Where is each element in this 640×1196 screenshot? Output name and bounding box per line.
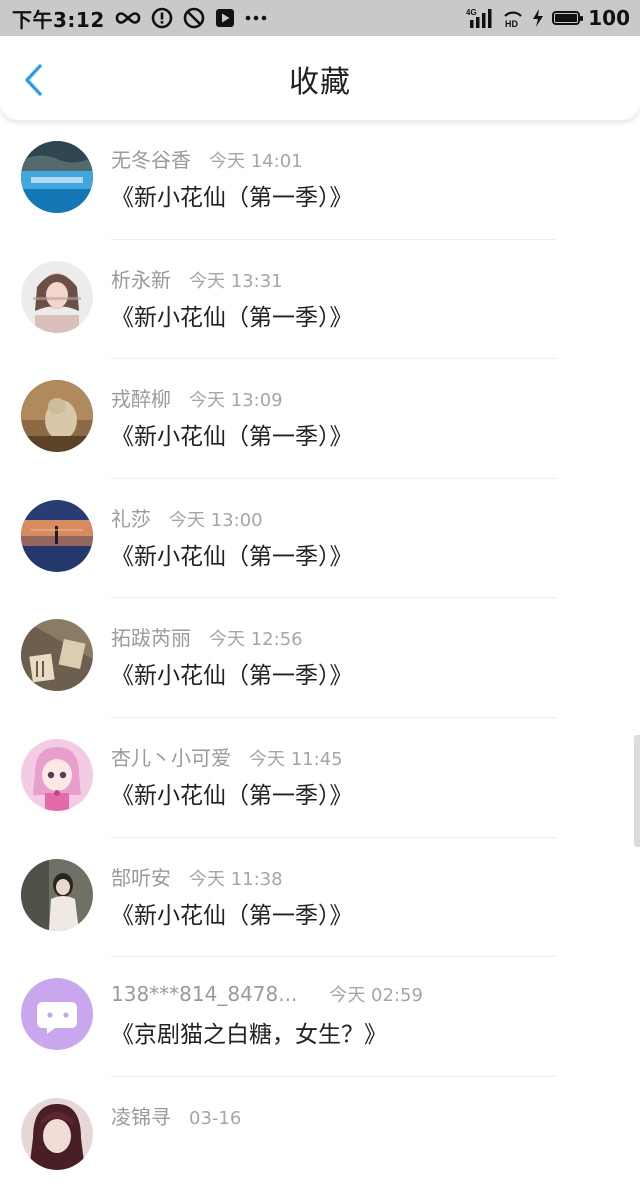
list-item[interactable]: 拓跋芮丽 今天 12:56 《新小花仙（第一季）》 bbox=[0, 598, 640, 718]
username[interactable]: 戎醉柳 bbox=[111, 383, 171, 412]
work-title[interactable]: 《新小花仙（第一季）》 bbox=[111, 178, 353, 212]
timestamp: 今天 13:31 bbox=[189, 270, 283, 292]
timestamp: 今天 11:38 bbox=[189, 868, 283, 890]
status-time: 下午3:12 bbox=[12, 7, 105, 32]
avatar[interactable] bbox=[21, 260, 93, 333]
avatar[interactable] bbox=[21, 858, 93, 931]
work-title[interactable]: 《新小花仙（第一季）》 bbox=[111, 896, 353, 930]
play-box-icon bbox=[215, 8, 235, 28]
avatar[interactable] bbox=[21, 499, 93, 572]
page-title: 收藏 bbox=[289, 65, 351, 100]
username[interactable]: 杏儿丶小可爱 bbox=[111, 742, 231, 771]
battery-level: 100 bbox=[588, 6, 630, 30]
avatar[interactable] bbox=[21, 141, 93, 213]
charging-icon bbox=[532, 8, 544, 28]
timestamp: 今天 13:00 bbox=[169, 509, 263, 531]
battery-icon bbox=[552, 11, 584, 25]
timestamp: 今天 13:09 bbox=[189, 390, 283, 412]
header-bar: 收藏 bbox=[0, 36, 640, 120]
scroll-handle[interactable] bbox=[634, 735, 640, 847]
username[interactable]: 拓跋芮丽 bbox=[111, 622, 191, 651]
avatar[interactable] bbox=[21, 978, 93, 1051]
list-item[interactable]: 凌锦寻 03-16 bbox=[0, 1077, 640, 1196]
avatar[interactable] bbox=[21, 1097, 93, 1170]
work-title[interactable]: 《新小花仙（第一季）》 bbox=[111, 298, 353, 332]
infinity-icon bbox=[115, 10, 141, 26]
work-title[interactable]: 《新小花仙（第一季）》 bbox=[111, 417, 353, 451]
list-item[interactable]: 礼莎 今天 13:00 《新小花仙（第一季）》 bbox=[0, 479, 640, 599]
username[interactable]: 析永新 bbox=[111, 264, 171, 293]
avatar[interactable] bbox=[21, 380, 93, 453]
username[interactable]: 无冬谷香 bbox=[111, 144, 191, 173]
hd-label: HD bbox=[505, 19, 518, 29]
username[interactable]: 郜听安 bbox=[111, 862, 171, 891]
chat-bubble-icon bbox=[21, 978, 93, 1051]
avatar[interactable] bbox=[21, 738, 93, 811]
hd-icon: HD bbox=[502, 7, 524, 29]
timestamp: 今天 11:45 bbox=[249, 748, 343, 770]
username[interactable]: 礼莎 bbox=[111, 503, 151, 532]
signal-icon: 4G bbox=[466, 7, 494, 29]
list-item[interactable]: 138***814_8478... 今天 02:59 《京剧猫之白糖，女生？》 bbox=[0, 957, 640, 1077]
more-dots-icon bbox=[245, 14, 267, 22]
avatar[interactable] bbox=[21, 619, 93, 692]
list-item[interactable]: 戎醉柳 今天 13:09 《新小花仙（第一季）》 bbox=[0, 359, 640, 479]
work-title[interactable]: 《京剧猫之白糖，女生？》 bbox=[111, 1015, 387, 1049]
work-title[interactable]: 《新小花仙（第一季）》 bbox=[111, 656, 353, 690]
username[interactable]: 138***814_8478... bbox=[111, 982, 297, 1006]
timestamp: 03-16 bbox=[189, 1107, 242, 1129]
blocked-icon bbox=[183, 7, 205, 29]
list-item[interactable]: 无冬谷香 今天 14:01 《新小花仙（第一季）》 bbox=[0, 120, 640, 240]
alert-circle-icon bbox=[151, 7, 173, 29]
list-item[interactable]: 析永新 今天 13:31 《新小花仙（第一季）》 bbox=[0, 240, 640, 360]
work-title[interactable]: 《新小花仙（第一季）》 bbox=[111, 776, 353, 810]
status-bar: 下午3:12 4G HD 100 bbox=[0, 0, 640, 36]
favorites-list: 无冬谷香 今天 14:01 《新小花仙（第一季）》 析永新 今天 13:31 《… bbox=[0, 120, 640, 1196]
timestamp: 今天 12:56 bbox=[209, 629, 303, 651]
network-label: 4G bbox=[466, 8, 477, 17]
list-item[interactable]: 郜听安 今天 11:38 《新小花仙（第一季）》 bbox=[0, 838, 640, 958]
work-title[interactable]: 《新小花仙（第一季）》 bbox=[111, 537, 353, 571]
timestamp: 今天 14:01 bbox=[209, 151, 303, 172]
list-item[interactable]: 杏儿丶小可爱 今天 11:45 《新小花仙（第一季）》 bbox=[0, 718, 640, 838]
username[interactable]: 凌锦寻 bbox=[111, 1101, 171, 1130]
timestamp: 今天 02:59 bbox=[329, 985, 423, 1007]
